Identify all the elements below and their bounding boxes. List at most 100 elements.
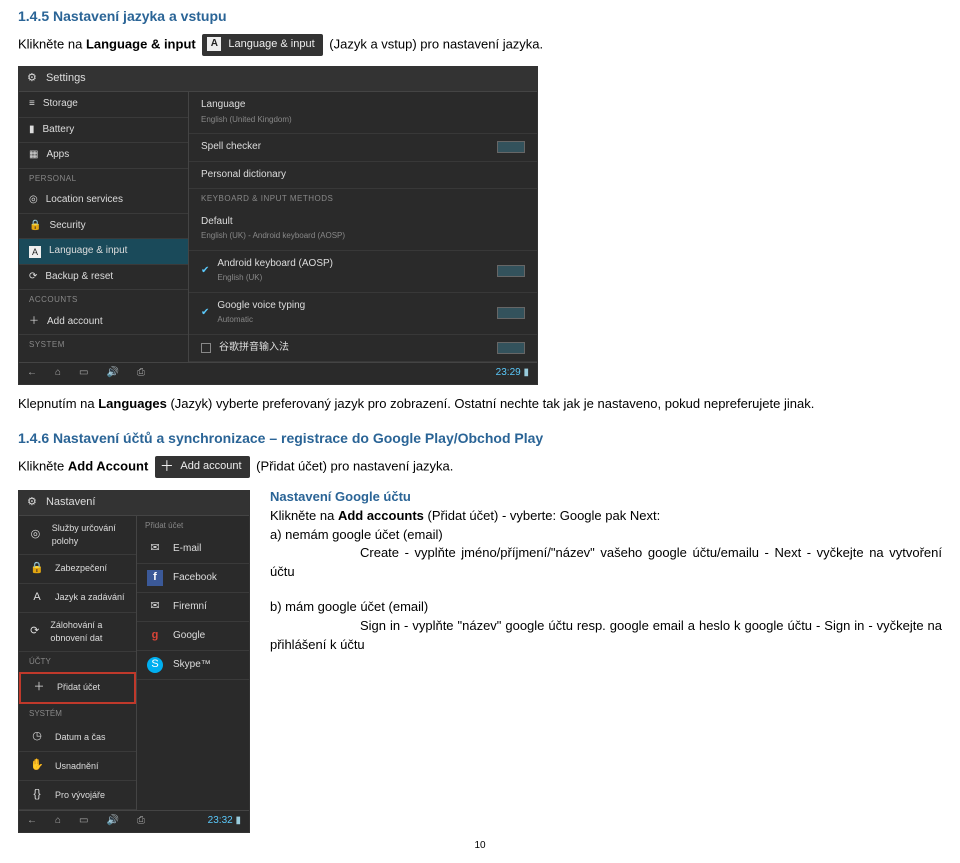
section-146-title: 1.4.6 Nastavení účtů a synchronizace – r… (18, 428, 942, 448)
settings-title: Nastavení (46, 496, 96, 508)
right-item-akb[interactable]: ✔Android keyboard (AOSP)English (UK) (189, 251, 537, 293)
lock-icon: 🔒 (29, 219, 41, 234)
account-option-corporate[interactable]: ✉Firemní (137, 593, 249, 622)
sidebar-item-language-input[interactable]: ALanguage & input (19, 239, 188, 265)
text: (Jazyk) vyberte preferovaný jazyk pro zo… (170, 396, 814, 411)
header-accounts: ACCOUNTS (19, 290, 188, 310)
sidebar-item-dev[interactable]: {}Pro vývojáře (19, 781, 136, 810)
panel-header: Přidat účet (137, 516, 249, 536)
right-item-gvt[interactable]: ✔Google voice typingAutomatic (189, 293, 537, 335)
status-bar: ← ⌂ ▭ 🔊 ⎙ 23:29 ▮ (19, 362, 537, 384)
text: Klikněte na (18, 37, 86, 52)
account-option-facebook[interactable]: fFacebook (137, 564, 249, 593)
settings-title: Settings (46, 72, 86, 84)
skype-icon: S (147, 657, 163, 673)
battery-status-icon: ▮ (235, 815, 241, 826)
sidebar-item-add-account[interactable]: ＋Add account (19, 310, 188, 336)
badge-label: Add account (180, 460, 241, 472)
toggle-icon[interactable] (497, 342, 525, 354)
sidebar-item-location[interactable]: ◎Služby určování polohy (19, 516, 136, 555)
clock-icon: ◷ (29, 729, 45, 745)
account-option-email[interactable]: ✉E-mail (137, 535, 249, 564)
location-icon: ◎ (29, 527, 42, 543)
sidebar-item-language[interactable]: AJazyk a zadávání (19, 584, 136, 613)
back-icon[interactable]: ← (27, 366, 37, 381)
sidebar-item-datetime[interactable]: ◷Datum a čas (19, 723, 136, 752)
check-icon: ✔ (201, 306, 209, 321)
letter-a-icon: A (29, 590, 45, 606)
sidebar-item-location[interactable]: ◎Location services (19, 188, 188, 214)
text: Klikněte (18, 458, 68, 473)
text: (Přidat účet) - vyberte: Google pak Next… (428, 508, 661, 523)
facebook-icon: f (147, 570, 163, 586)
backup-icon: ⟳ (29, 270, 37, 285)
clock: 23:29 (496, 367, 521, 378)
braces-icon: {} (29, 787, 45, 803)
right-item-spell[interactable]: Spell checker (189, 134, 537, 162)
letter-a-icon: A (29, 246, 41, 258)
sidebar-item-battery[interactable]: ▮Battery (19, 118, 188, 144)
badge-label: Language & input (228, 38, 314, 50)
mail-icon: ✉ (147, 541, 163, 557)
clock: 23:32 (208, 815, 233, 826)
settings-right-panel: LanguageEnglish (United Kingdom) Spell c… (189, 92, 537, 362)
sidebar-item-add-account[interactable]: ＋Přidat účet (19, 672, 136, 704)
recent-icon[interactable]: ▭ (79, 814, 88, 829)
sidebar-item-storage[interactable]: ≡Storage (19, 92, 188, 118)
text: (Přidat účet) pro nastavení jazyka. (256, 458, 453, 473)
gear-icon: ⚙ (27, 72, 37, 84)
lock-icon: 🔒 (29, 561, 45, 577)
recent-icon[interactable]: ▭ (79, 366, 88, 381)
screenshot-icon[interactable]: ⎙ (137, 814, 145, 829)
bold-add-account: Add Account (68, 458, 148, 473)
account-option-google[interactable]: gGoogle (137, 622, 249, 651)
plus-icon: ＋ (29, 315, 39, 330)
para-languages: Klepnutím na Languages (Jazyk) vyberte p… (18, 395, 942, 414)
text: Klikněte na (270, 508, 338, 523)
text: Klepnutím na (18, 396, 98, 411)
google-icon: g (147, 628, 163, 644)
bold-lang-input: Language & input (86, 37, 196, 52)
gear-icon: ⚙ (27, 496, 37, 508)
toggle-icon[interactable] (497, 141, 525, 153)
home-icon[interactable]: ⌂ (55, 814, 61, 829)
plus-icon: ＋ (160, 459, 174, 473)
right-item-dict[interactable]: Personal dictionary (189, 162, 537, 190)
toggle-icon[interactable] (497, 307, 525, 319)
sidebar-item-security[interactable]: 🔒Zabezpečení (19, 555, 136, 584)
sidebar-item-security[interactable]: 🔒Security (19, 214, 188, 240)
backup-icon: ⟳ (29, 624, 40, 640)
toggle-icon[interactable] (497, 265, 525, 277)
home-icon[interactable]: ⌂ (55, 366, 61, 381)
battery-icon: ▮ (29, 123, 35, 138)
right-item-default[interactable]: DefaultEnglish (UK) - Android keyboard (… (189, 209, 537, 251)
check-icon: ✔ (201, 264, 209, 279)
section-145-title: 1.4.5 Nastavení jazyka a vstupu (18, 6, 942, 26)
hand-icon: ✋ (29, 758, 45, 774)
header-personal: PERSONAL (19, 169, 188, 189)
right-item-language[interactable]: LanguageEnglish (United Kingdom) (189, 92, 537, 134)
sidebar-item-accessibility[interactable]: ✋Usnadnění (19, 752, 136, 781)
settings-topbar: ⚙ Nastavení (19, 491, 249, 516)
volume-icon[interactable]: 🔊 (107, 366, 119, 381)
plus-icon: ＋ (31, 680, 47, 696)
right-item-cn[interactable]: 谷歌拼音输入法 (189, 335, 537, 363)
header-kb: KEYBOARD & INPUT METHODS (189, 189, 537, 209)
sidebar-item-apps[interactable]: ▦Apps (19, 143, 188, 169)
settings-screenshot: ⚙ Settings ≡Storage ▮Battery ▦Apps PERSO… (18, 66, 538, 385)
back-icon[interactable]: ← (27, 814, 37, 829)
battery-status-icon: ▮ (523, 367, 529, 378)
para-lang-input: Klikněte na Language & input A Language … (18, 34, 942, 56)
sidebar-item-backup[interactable]: ⟳Backup & reset (19, 265, 188, 291)
header-system: SYSTÉM (19, 704, 136, 724)
status-bar: ← ⌂ ▭ 🔊 ⎙ 23:32 ▮ (19, 810, 249, 832)
location-icon: ◎ (29, 193, 38, 208)
badge-language-input: A Language & input (202, 34, 322, 56)
screenshot-icon[interactable]: ⎙ (137, 366, 145, 381)
apps-icon: ▦ (29, 148, 38, 163)
sidebar-item-backup[interactable]: ⟳Zálohování a obnovení dat (19, 613, 136, 652)
header-accounts: ÚČTY (19, 652, 136, 672)
volume-icon[interactable]: 🔊 (107, 814, 119, 829)
account-option-skype[interactable]: SSkype™ (137, 651, 249, 680)
letter-a-icon: A (207, 37, 221, 51)
